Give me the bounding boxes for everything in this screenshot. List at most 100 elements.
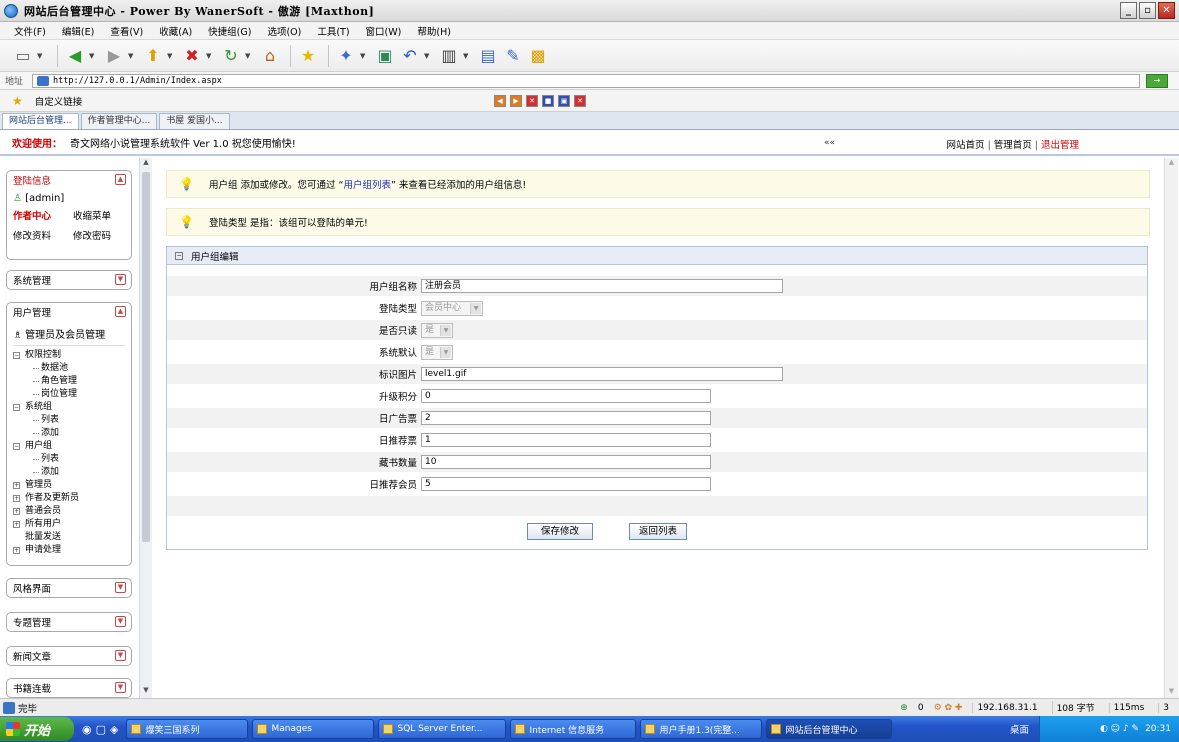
group-name-input[interactable]: 注册会员 bbox=[421, 279, 783, 293]
minimize-button[interactable]: _ bbox=[1120, 2, 1137, 19]
tray-icons[interactable]: ◐ ☺ ♪ ✎ bbox=[1100, 724, 1139, 734]
back-icon[interactable]: ◀ bbox=[64, 45, 86, 67]
forward-icon[interactable]: ▶ bbox=[103, 45, 125, 67]
task-item[interactable]: 爆笑三国系列 bbox=[126, 719, 249, 739]
daily-ad-votes-input[interactable]: 2 bbox=[421, 411, 711, 425]
news-panel[interactable]: 新闻文章 ▼ bbox=[6, 646, 132, 666]
tree-node-permissions[interactable]: − 权限控制 bbox=[13, 349, 125, 362]
tree-node-authors[interactable]: + 作者及更新员 bbox=[13, 492, 125, 505]
menu-file[interactable]: 文件(F) bbox=[14, 24, 46, 38]
start-button[interactable]: 开始 bbox=[0, 717, 74, 741]
scroll-up-icon[interactable]: ▲ bbox=[1166, 158, 1177, 169]
task-item[interactable]: 用户手册1.3(完整... bbox=[640, 719, 763, 739]
menu-edit[interactable]: 编辑(E) bbox=[62, 24, 94, 38]
back-dropdown-icon[interactable]: ▼ bbox=[89, 52, 97, 60]
layout-dropdown-icon[interactable]: ▼ bbox=[463, 52, 471, 60]
tab-author-center[interactable]: 作者管理中心... bbox=[80, 113, 158, 129]
tree-leaf-positions[interactable]: 岗位管理 bbox=[13, 388, 125, 401]
refresh-dropdown-icon[interactable]: ▼ bbox=[245, 52, 253, 60]
tree-leaf-usergroup-list[interactable]: 列表 bbox=[13, 453, 125, 466]
expand-toggle-icon[interactable]: ▼ bbox=[115, 682, 126, 693]
sidebar-scrollbar[interactable]: ▲ ▼ bbox=[139, 158, 152, 698]
maximize-button[interactable]: ▫ bbox=[1139, 2, 1156, 19]
save-button[interactable]: 保存修改 bbox=[527, 523, 593, 540]
screen-icon[interactable]: ▣ bbox=[374, 45, 396, 67]
undo-dropdown-icon[interactable]: ▼ bbox=[424, 52, 432, 60]
stop-icon[interactable]: ✖ bbox=[181, 45, 203, 67]
menu-view[interactable]: 查看(V) bbox=[110, 24, 143, 38]
expand-toggle-icon[interactable]: ▼ bbox=[115, 616, 126, 627]
plus-icon[interactable]: + bbox=[13, 547, 20, 554]
tree-node-members[interactable]: + 普通会员 bbox=[13, 505, 125, 518]
minus-icon[interactable]: − bbox=[175, 251, 183, 260]
menu-groups[interactable]: 快捷组(G) bbox=[208, 24, 251, 38]
logout-link[interactable]: 退出管理 bbox=[1041, 140, 1079, 151]
tree-leaf-usergroup-add[interactable]: 添加 bbox=[13, 466, 125, 479]
stop-dropdown-icon[interactable]: ▼ bbox=[206, 52, 214, 60]
usergroup-list-link[interactable]: 用户组列表 bbox=[343, 180, 391, 191]
forward-dropdown-icon[interactable]: ▼ bbox=[128, 52, 136, 60]
media-icon[interactable]: ◈ bbox=[110, 723, 118, 736]
tab-admin-center[interactable]: 网站后台管理... bbox=[2, 113, 79, 129]
readonly-select[interactable]: 是 ▼ bbox=[421, 322, 453, 338]
tree-node-admins[interactable]: + 管理员 bbox=[13, 479, 125, 492]
ie-icon[interactable]: ◉ bbox=[82, 723, 92, 736]
expand-toggle-icon[interactable]: ▼ bbox=[115, 274, 126, 285]
collapse-toggle-icon[interactable]: ▲ bbox=[115, 306, 126, 317]
refresh-icon[interactable]: ↻ bbox=[220, 45, 242, 67]
scroll-down-icon[interactable]: ▼ bbox=[1166, 687, 1177, 698]
plugin-dropdown-icon[interactable]: ▼ bbox=[360, 52, 368, 60]
task-item[interactable]: SQL Server Enter... bbox=[378, 719, 507, 739]
system-default-select[interactable]: 是 ▼ bbox=[421, 344, 453, 360]
desktop-icon[interactable]: ▢ bbox=[96, 723, 106, 736]
menu-window[interactable]: 窗口(W) bbox=[366, 24, 402, 38]
layout-icon[interactable]: ▥ bbox=[438, 45, 460, 67]
tree-node-bulk-send[interactable]: 批量发送 bbox=[13, 531, 125, 544]
go-button[interactable]: → bbox=[1146, 74, 1168, 88]
notes-icon[interactable]: ▩ bbox=[527, 45, 549, 67]
plus-icon[interactable]: + bbox=[13, 482, 20, 489]
tree-leaf-sysgroup-add[interactable]: 添加 bbox=[13, 427, 125, 440]
scroll-thumb[interactable] bbox=[142, 172, 150, 542]
back-to-list-button[interactable]: 返回列表 bbox=[629, 523, 687, 540]
plus-icon[interactable]: + bbox=[13, 508, 20, 515]
menu-help[interactable]: 帮助(H) bbox=[417, 24, 451, 38]
next-icon[interactable]: ▶ bbox=[510, 95, 522, 107]
minus-icon[interactable]: − bbox=[13, 443, 20, 450]
task-item[interactable]: Manages bbox=[252, 719, 375, 739]
tab-bookstore[interactable]: 书屋 爱国小... bbox=[159, 113, 230, 129]
plus-icon[interactable]: + bbox=[13, 495, 20, 502]
close-button[interactable]: ✕ bbox=[1158, 2, 1175, 19]
main-scrollbar[interactable]: ▲ ▼ bbox=[1164, 158, 1178, 698]
edit-icon[interactable]: ✎ bbox=[502, 45, 524, 67]
daily-rec-votes-input[interactable]: 1 bbox=[421, 433, 711, 447]
shelf-count-input[interactable]: 10 bbox=[421, 455, 711, 469]
tree-leaf-data-pool[interactable]: 数据池 bbox=[13, 362, 125, 375]
new-page-icon[interactable]: ▭ bbox=[12, 45, 34, 67]
plus-icon[interactable]: + bbox=[13, 521, 20, 528]
scroll-down-icon[interactable]: ▼ bbox=[140, 686, 152, 698]
topic-panel[interactable]: 专题管理 ▼ bbox=[6, 612, 132, 632]
daily-rec-member-input[interactable]: 5 bbox=[421, 477, 711, 491]
expand-toggle-icon[interactable]: ▼ bbox=[115, 650, 126, 661]
home-icon[interactable]: ⌂ bbox=[259, 45, 281, 67]
new-page-dropdown-icon[interactable]: ▼ bbox=[37, 52, 45, 60]
up-dropdown-icon[interactable]: ▼ bbox=[167, 52, 175, 60]
sidebar-icon[interactable]: ▤ bbox=[477, 45, 499, 67]
edit-profile-link[interactable]: 修改资料 bbox=[13, 228, 73, 242]
menu-favorites[interactable]: 收藏(A) bbox=[159, 24, 192, 38]
style-panel[interactable]: 风格界面 ▼ bbox=[6, 578, 132, 598]
change-password-link[interactable]: 修改密码 bbox=[73, 228, 133, 242]
tools-icons[interactable]: ⚙ ✿ ✚ bbox=[934, 703, 963, 713]
admin-home-link[interactable]: 管理首页 bbox=[994, 140, 1032, 151]
task-item-active[interactable]: 网站后台管理中心 bbox=[766, 719, 893, 739]
tree-node-system-group[interactable]: − 系统组 bbox=[13, 401, 125, 414]
globe-icon[interactable]: ⊕ bbox=[900, 703, 908, 713]
task-item[interactable]: Internet 信息服务 bbox=[510, 719, 637, 739]
book-panel[interactable]: 书籍连载 ▼ bbox=[6, 678, 132, 698]
close-tab-icon[interactable]: ✕ bbox=[526, 95, 538, 107]
tree-leaf-roles[interactable]: 角色管理 bbox=[13, 375, 125, 388]
window-icon[interactable]: ■ bbox=[542, 95, 554, 107]
tree-node-applications[interactable]: + 申请处理 bbox=[13, 544, 125, 557]
plugin-icon[interactable]: ✦ bbox=[335, 45, 357, 67]
